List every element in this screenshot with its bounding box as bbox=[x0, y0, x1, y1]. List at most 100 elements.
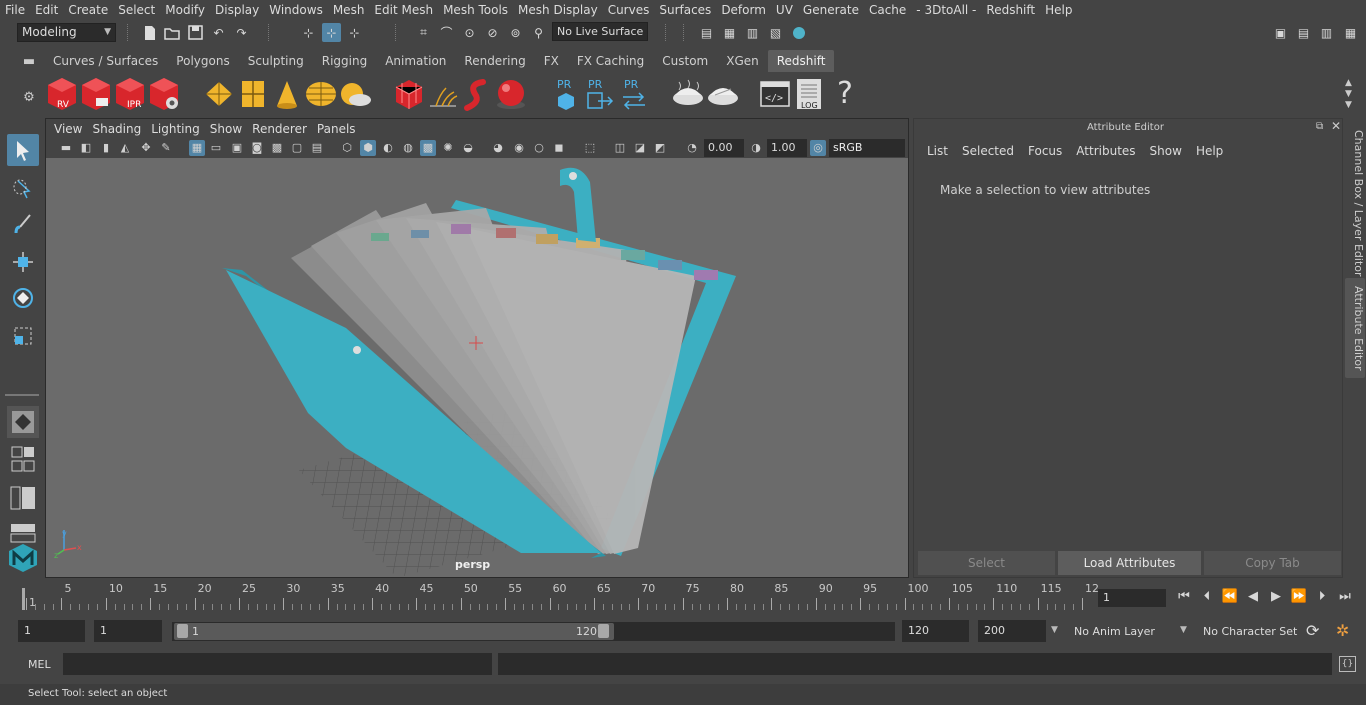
animation-preferences-icon[interactable]: ✲ bbox=[1336, 621, 1349, 640]
snap-to-point-icon[interactable]: ⊙ bbox=[460, 23, 479, 42]
tab-custom[interactable]: Custom bbox=[653, 50, 717, 72]
chevron-down-icon[interactable]: ▼ bbox=[1180, 625, 1187, 635]
step-back-frame-icon[interactable]: ⏴ bbox=[1198, 588, 1216, 606]
redshift-volume-icon[interactable] bbox=[461, 76, 493, 112]
viewport-3d[interactable]: y x z bbox=[46, 158, 908, 577]
menu-uv[interactable]: UV bbox=[771, 0, 798, 20]
menu-mesh-tools[interactable]: Mesh Tools bbox=[438, 0, 513, 20]
redshift-batch-render-icon[interactable] bbox=[79, 76, 111, 112]
select-by-hierarchy-icon[interactable]: ⊹ bbox=[299, 23, 318, 42]
menu-file[interactable]: File bbox=[0, 0, 30, 20]
field-chart-icon[interactable]: ▩ bbox=[269, 140, 285, 156]
play-forwards-icon[interactable]: ▶ bbox=[1267, 588, 1285, 606]
ipr-render-icon[interactable]: ▥ bbox=[743, 23, 762, 42]
rotate-tool-icon[interactable] bbox=[7, 282, 39, 314]
viewport-menu-shading[interactable]: Shading bbox=[87, 120, 146, 138]
tab-redshift[interactable]: Redshift bbox=[767, 50, 835, 72]
redshift-proxy-icon[interactable] bbox=[392, 76, 424, 112]
exposure-field[interactable]: 0.00 bbox=[704, 139, 744, 157]
ae-menu-list[interactable]: List bbox=[920, 142, 955, 160]
redshift-material-ball-icon[interactable] bbox=[494, 76, 526, 112]
smooth-shade-icon[interactable]: ⬢ bbox=[360, 140, 376, 156]
tab-rigging[interactable]: Rigging bbox=[313, 50, 376, 72]
playback-start-field[interactable]: 1 bbox=[94, 620, 162, 642]
attribute-editor-toggle-icon[interactable]: ▥ bbox=[1317, 23, 1336, 42]
redshift-bake-set-icon[interactable] bbox=[706, 76, 738, 112]
go-to-end-icon[interactable]: ⏭ bbox=[1336, 588, 1354, 606]
render-settings-icon[interactable]: ▤ bbox=[697, 23, 716, 42]
isolate-select-icon[interactable]: ⬚ bbox=[582, 140, 598, 156]
render-frame-icon[interactable]: ▦ bbox=[720, 23, 739, 42]
grease-pencil-icon[interactable]: ✎ bbox=[158, 140, 174, 156]
paint-select-tool-icon[interactable] bbox=[7, 208, 39, 240]
hypershade-icon[interactable] bbox=[789, 23, 808, 42]
safe-title-icon[interactable]: ▤ bbox=[309, 140, 325, 156]
shelf-menu-icon[interactable]: ▬ bbox=[19, 54, 39, 74]
tab-sculpting[interactable]: Sculpting bbox=[239, 50, 313, 72]
shadows-icon[interactable]: ◒ bbox=[460, 140, 476, 156]
menu-create[interactable]: Create bbox=[63, 0, 113, 20]
tab-fx[interactable]: FX bbox=[535, 50, 568, 72]
render-view-icon[interactable]: ▧ bbox=[766, 23, 785, 42]
menu-cache[interactable]: Cache bbox=[864, 0, 911, 20]
redshift-hair-icon[interactable] bbox=[426, 76, 458, 112]
select-tool-icon[interactable] bbox=[7, 134, 39, 166]
ae-menu-selected[interactable]: Selected bbox=[955, 142, 1021, 160]
character-set-dropdown[interactable]: No Character Set bbox=[1198, 621, 1298, 642]
snap-to-view-plane-icon[interactable]: ⊘ bbox=[483, 23, 502, 42]
viewport-menu-lighting[interactable]: Lighting bbox=[146, 120, 205, 138]
film-gate-icon[interactable]: ▭ bbox=[208, 140, 224, 156]
tab-curves-surfaces[interactable]: Curves / Surfaces bbox=[44, 50, 167, 72]
shelf-settings-icon[interactable]: ⚙ bbox=[19, 90, 39, 110]
start-time-field[interactable]: 1 bbox=[18, 620, 85, 642]
use-all-lights-icon[interactable]: ✺ bbox=[440, 140, 456, 156]
snap-to-curve-icon[interactable]: ⌒ bbox=[437, 23, 456, 42]
wireframe-on-shaded-icon[interactable]: ◍ bbox=[400, 140, 416, 156]
snap-to-grid-icon[interactable]: ⌗ bbox=[414, 23, 433, 42]
four-pane-layout-icon[interactable] bbox=[7, 444, 39, 476]
viewport-menu-panels[interactable]: Panels bbox=[312, 120, 361, 138]
float-panel-icon[interactable]: ⧉ bbox=[1316, 121, 1323, 132]
xray-active-components-icon[interactable]: ◪ bbox=[632, 140, 648, 156]
exposure-icon[interactable]: ◔ bbox=[684, 140, 700, 156]
current-time-indicator[interactable] bbox=[22, 588, 25, 610]
ae-menu-show[interactable]: Show bbox=[1143, 142, 1189, 160]
menu-curves[interactable]: Curves bbox=[603, 0, 655, 20]
viewport-menu-renderer[interactable]: Renderer bbox=[247, 120, 312, 138]
tab-polygons[interactable]: Polygons bbox=[167, 50, 238, 72]
menu-display[interactable]: Display bbox=[210, 0, 264, 20]
undo-icon[interactable]: ↶ bbox=[209, 23, 228, 42]
menu-help[interactable]: Help bbox=[1040, 0, 1077, 20]
channel-box-side-tab[interactable]: Channel Box / Layer Editor bbox=[1345, 130, 1365, 277]
range-end-knob[interactable] bbox=[598, 624, 609, 638]
menu-generate[interactable]: Generate bbox=[798, 0, 864, 20]
redshift-spot-light-icon[interactable] bbox=[270, 76, 302, 112]
screen-space-ao-icon[interactable]: ◕ bbox=[490, 140, 506, 156]
redshift-sun-sky-icon[interactable] bbox=[338, 76, 371, 112]
xray-joints-icon[interactable]: ◩ bbox=[652, 140, 668, 156]
tab-xgen[interactable]: XGen bbox=[717, 50, 768, 72]
close-icon[interactable]: ✕ bbox=[1331, 119, 1341, 133]
open-scene-icon[interactable] bbox=[163, 23, 182, 42]
textured-icon[interactable]: ▩ bbox=[420, 140, 436, 156]
menu-mesh-display[interactable]: Mesh Display bbox=[513, 0, 603, 20]
chevron-down-icon[interactable]: ▼ bbox=[1051, 625, 1058, 635]
step-back-key-icon[interactable]: ⏪ bbox=[1221, 588, 1239, 606]
menu-deform[interactable]: Deform bbox=[716, 0, 771, 20]
channel-box-toggle-icon[interactable]: ▦ bbox=[1341, 23, 1360, 42]
redshift-bake-icon[interactable] bbox=[671, 76, 703, 112]
modeling-toolkit-icon[interactable]: ▣ bbox=[1271, 23, 1290, 42]
menu-redshift[interactable]: Redshift bbox=[981, 0, 1040, 20]
workspace-menu-set-selector[interactable]: Modeling ▼ bbox=[17, 23, 116, 42]
play-backwards-icon[interactable]: ◀ bbox=[1244, 588, 1262, 606]
use-default-material-icon[interactable]: ◐ bbox=[380, 140, 396, 156]
snap-to-surface-icon[interactable]: ⊚ bbox=[506, 23, 525, 42]
redshift-light-icon[interactable] bbox=[202, 76, 234, 112]
range-start-knob[interactable] bbox=[177, 624, 188, 638]
redshift-log-icon[interactable]: LOG bbox=[793, 76, 825, 112]
script-editor-icon[interactable]: {} bbox=[1339, 656, 1356, 672]
new-scene-icon[interactable] bbox=[140, 23, 159, 42]
bookmarks-icon[interactable]: ▮ bbox=[98, 140, 114, 156]
menu-3dtoall[interactable]: - 3DtoAll - bbox=[911, 0, 981, 20]
character-controls-icon[interactable]: ▤ bbox=[1294, 23, 1313, 42]
